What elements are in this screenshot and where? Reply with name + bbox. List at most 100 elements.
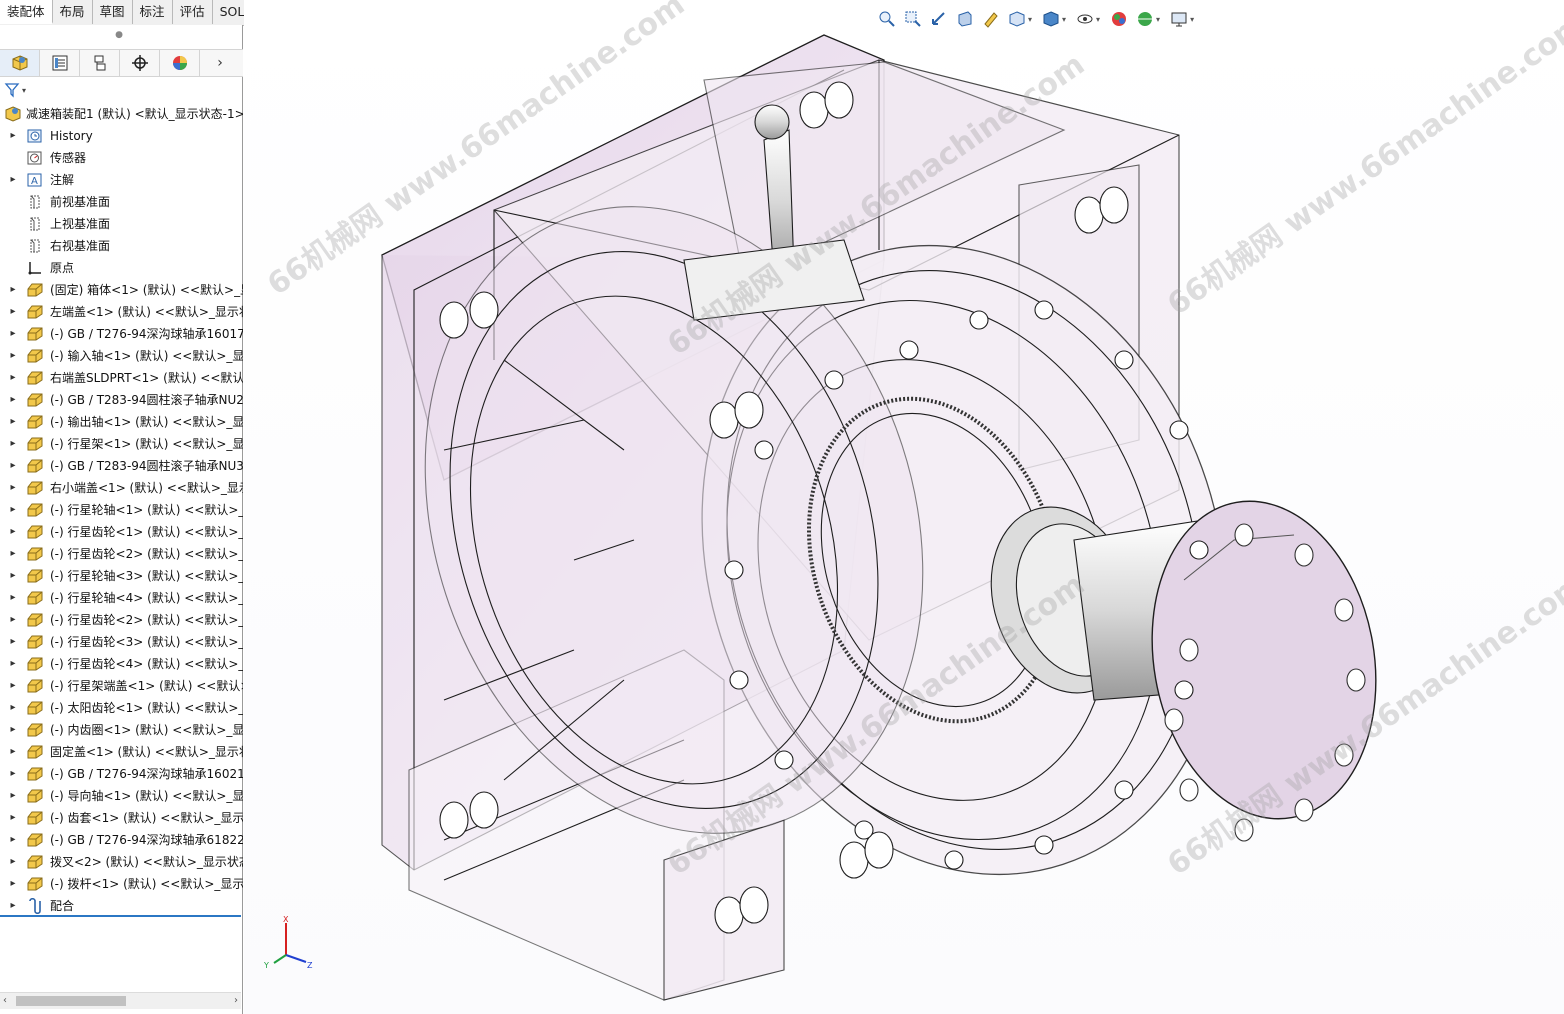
tree-item[interactable]: ▸ (-) 行星架端盖<1> (默认) <<默认>_: [0, 675, 243, 697]
expand-arrow-icon[interactable]: ▸: [8, 543, 18, 565]
tree-item[interactable]: ▸ 拨叉<2> (默认) <<默认>_显示状态: [0, 851, 243, 873]
expand-arrow-icon[interactable]: ▸: [8, 301, 18, 323]
apply-scene-button[interactable]: [1134, 8, 1156, 30]
tab-4[interactable]: 评估: [173, 0, 213, 24]
tab-3[interactable]: 标注: [133, 0, 173, 24]
tree-item[interactable]: ▸ (-) 输出轴<1> (默认) <<默认>_显示: [0, 411, 243, 433]
tree-item[interactable]: ▸ (-) GB / T283-94圆柱滚子轴承NU3: [0, 455, 243, 477]
scene-dropdown-icon[interactable]: ▾: [1156, 15, 1160, 24]
edit-appearance-button[interactable]: [1108, 8, 1130, 30]
display-style-button[interactable]: [1040, 8, 1062, 30]
tree-item[interactable]: 上视基准面: [0, 213, 243, 235]
expand-arrow-icon[interactable]: ▸: [8, 609, 18, 631]
scroll-left-icon[interactable]: ‹: [3, 993, 7, 1009]
expand-arrow-icon[interactable]: ▸: [8, 741, 18, 763]
expand-arrow-icon[interactable]: ▸: [8, 499, 18, 521]
expand-arrow-icon[interactable]: ▸: [8, 433, 18, 455]
expand-arrow-icon[interactable]: ▸: [8, 587, 18, 609]
display-manager-tab[interactable]: [160, 50, 200, 76]
tree-item[interactable]: ▸ 左端盖<1> (默认) <<默认>_显示状: [0, 301, 243, 323]
expand-arrow-icon[interactable]: ▸: [8, 873, 18, 895]
expand-arrow-icon[interactable]: ▸: [8, 411, 18, 433]
expand-arrow-icon[interactable]: ▸: [8, 345, 18, 367]
zoom-area-button[interactable]: [902, 8, 924, 30]
expand-arrow-icon[interactable]: ▸: [8, 763, 18, 785]
view-orientation-button[interactable]: [1006, 8, 1028, 30]
tree-item[interactable]: ▸ (-) GB / T276-94深沟球轴承16021: [0, 763, 243, 785]
feature-manager-tab[interactable]: [0, 50, 40, 76]
graphics-area[interactable]: ▾ ▾ ▾ ▾ ▾ 66机械网 www.66machine.com 66机械网 …: [244, 0, 1564, 1014]
tab-2[interactable]: 草图: [93, 0, 133, 24]
filter-dropdown-icon[interactable]: ▾: [22, 86, 26, 95]
expand-arrow-icon[interactable]: ▸: [8, 455, 18, 477]
dynamic-annotation-button[interactable]: [980, 8, 1002, 30]
expand-arrow-icon[interactable]: ▸: [8, 697, 18, 719]
tree-item[interactable]: 右视基准面: [0, 235, 243, 257]
tree-item[interactable]: ▸ (-) 行星齿轮<2> (默认) <<默认>_显: [0, 609, 243, 631]
tree-item[interactable]: ▸ (-) 行星架<1> (默认) <<默认>_显示: [0, 433, 243, 455]
dimxpert-manager-tab[interactable]: [120, 50, 160, 76]
expand-arrow-icon[interactable]: ▸: [8, 631, 18, 653]
tree-item[interactable]: ▸ (-) 内齿圈<1> (默认) <<默认>_显示: [0, 719, 243, 741]
tree-item[interactable]: ▸ (-) 行星齿轮<3> (默认) <<默认>_显: [0, 631, 243, 653]
tree-item[interactable]: ▸ (-) 行星齿轮<1> (默认) <<默认>_显: [0, 521, 243, 543]
tree-item[interactable]: ▸ (-) GB / T276-94深沟球轴承16017: [0, 323, 243, 345]
tree-item[interactable]: ▸ (-) 拨杆<1> (默认) <<默认>_显示: [0, 873, 243, 895]
tree-item[interactable]: ▸ 配合: [0, 895, 243, 915]
tree-item[interactable]: 前视基准面: [0, 191, 243, 213]
tree-horizontal-scrollbar[interactable]: ‹ ›: [0, 992, 241, 1009]
configuration-manager-tab[interactable]: [80, 50, 120, 76]
tree-item[interactable]: ▸ (固定) 箱体<1> (默认) <<默认>_显: [0, 279, 243, 301]
tab-1[interactable]: 布局: [53, 0, 93, 24]
expand-arrow-icon[interactable]: ▸: [8, 367, 18, 389]
tabs-more-icon[interactable]: ›: [200, 50, 240, 76]
expand-arrow-icon[interactable]: ▸: [8, 477, 18, 499]
tree-item[interactable]: ▸ (-) 行星轮轴<4> (默认) <<默认>_显: [0, 587, 243, 609]
expand-arrow-icon[interactable]: ▸: [8, 389, 18, 411]
expand-arrow-icon[interactable]: ▸: [8, 279, 18, 301]
expand-arrow-icon[interactable]: ▸: [8, 851, 18, 873]
scroll-thumb[interactable]: [16, 996, 126, 1006]
tree-filter[interactable]: ▾: [4, 81, 34, 99]
tree-item[interactable]: ▸ (-) 输入轴<1> (默认) <<默认>_显示: [0, 345, 243, 367]
tree-item[interactable]: ▸ (-) 太阳齿轮<1> (默认) <<默认>_显: [0, 697, 243, 719]
expand-arrow-icon[interactable]: ▸: [8, 675, 18, 697]
tree-item[interactable]: ▸ (-) 行星轮轴<1> (默认) <<默认>_显: [0, 499, 243, 521]
tree-item[interactable]: ▸ (-) 齿套<1> (默认) <<默认>_显示状: [0, 807, 243, 829]
hide-show-dropdown-icon[interactable]: ▾: [1096, 15, 1100, 24]
display-style-dropdown-icon[interactable]: ▾: [1062, 15, 1066, 24]
expand-arrow-icon[interactable]: ▸: [8, 653, 18, 675]
view-settings-button[interactable]: [1168, 8, 1190, 30]
tree-item[interactable]: ▸ (-) 导向轴<1> (默认) <<默认>_显示: [0, 785, 243, 807]
expand-arrow-icon[interactable]: ▸: [8, 719, 18, 741]
expand-arrow-icon[interactable]: ▸: [8, 323, 18, 345]
tree-item[interactable]: ▸ (-) GB / T283-94圆柱滚子轴承NU2: [0, 389, 243, 411]
previous-view-button[interactable]: [928, 8, 950, 30]
expand-arrow-icon[interactable]: ▸: [8, 807, 18, 829]
scroll-right-icon[interactable]: ›: [234, 993, 238, 1009]
tab-0[interactable]: 装配体: [0, 0, 53, 24]
zoom-to-fit-button[interactable]: [876, 8, 898, 30]
tree-root-assembly[interactable]: 减速箱装配1 (默认) <默认_显示状态-1>: [0, 103, 243, 125]
expand-arrow-icon[interactable]: ▸: [8, 565, 18, 587]
expand-arrow-icon[interactable]: ▸: [8, 125, 18, 147]
tree-item[interactable]: ▸ A 注解: [0, 169, 243, 191]
tree-item[interactable]: ▸ 固定盖<1> (默认) <<默认>_显示状: [0, 741, 243, 763]
hide-show-button[interactable]: [1074, 8, 1096, 30]
tree-item[interactable]: ▸ (-) 行星齿轮<2> (默认) <<默认>_显: [0, 543, 243, 565]
tree-item[interactable]: 原点: [0, 257, 243, 279]
expand-arrow-icon[interactable]: ▸: [8, 895, 18, 915]
tree-item[interactable]: ▸ 右端盖SLDPRT<1> (默认) <<默认>_: [0, 367, 243, 389]
panel-splitter[interactable]: [0, 915, 241, 917]
tree-item[interactable]: ▸ (-) 行星轮轴<3> (默认) <<默认>_显: [0, 565, 243, 587]
tree-item[interactable]: ▸ History: [0, 125, 243, 147]
tree-item[interactable]: ▸ (-) 行星齿轮<4> (默认) <<默认>_显: [0, 653, 243, 675]
expand-arrow-icon[interactable]: ▸: [8, 829, 18, 851]
view-settings-dropdown-icon[interactable]: ▾: [1190, 15, 1194, 24]
section-view-button[interactable]: [954, 8, 976, 30]
expand-arrow-icon[interactable]: ▸: [8, 785, 18, 807]
panel-grip-icon[interactable]: ●: [114, 30, 124, 40]
expand-arrow-icon[interactable]: ▸: [8, 521, 18, 543]
tree-item[interactable]: 传感器: [0, 147, 243, 169]
view-orientation-dropdown-icon[interactable]: ▾: [1028, 15, 1032, 24]
